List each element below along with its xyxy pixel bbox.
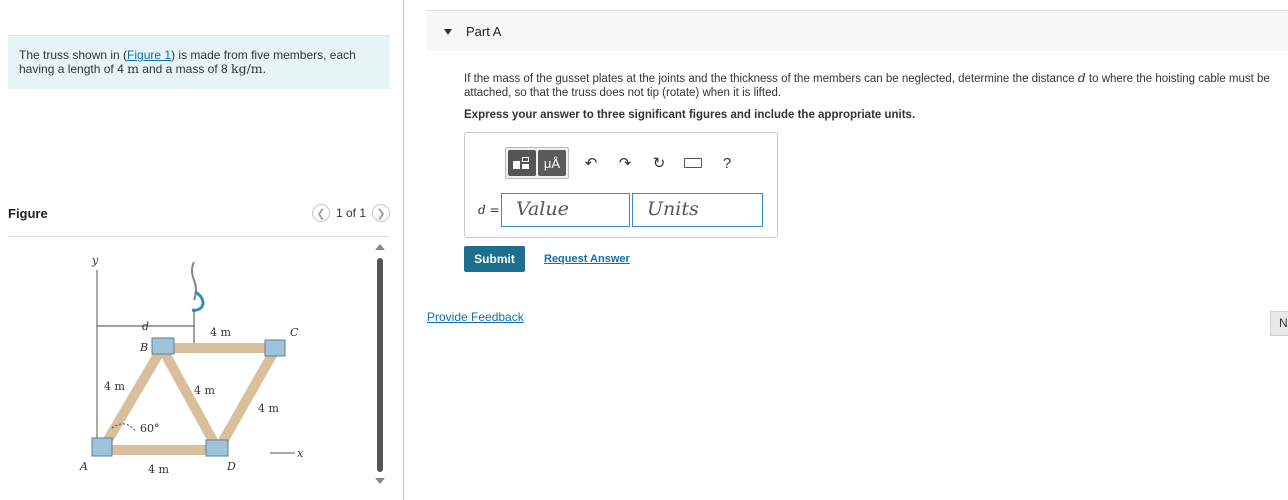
templates-button[interactable] [508, 150, 536, 176]
truss-diagram: y d B C A D x 4 m 4 m 4 m 4 m 4 m 60° [79, 254, 304, 476]
keyboard-icon [684, 158, 702, 168]
collapse-caret-icon[interactable] [444, 29, 452, 35]
scroll-thumb[interactable] [377, 258, 383, 472]
hook-icon [191, 290, 205, 312]
figure-header: Figure ❮ 1 of 1 ❯ [8, 204, 390, 237]
instruction-text: Express your answer to three significant… [464, 109, 916, 121]
redo-icon: ↷ [618, 155, 632, 172]
plate-c [264, 339, 286, 357]
label-right-length: 4 m [258, 402, 279, 415]
label-mid-length: 4 m [194, 384, 215, 397]
plate-d [205, 439, 229, 457]
units-icon: μÅ [543, 155, 561, 171]
label-angle: 60° [140, 422, 160, 435]
redo-button[interactable]: ↷ [613, 151, 637, 175]
math-toolbar: μÅ ↶ ↷ ↻ ? [505, 147, 739, 179]
d-label: d = [478, 203, 500, 217]
hoisting-cable [191, 261, 197, 301]
member-cd [213, 345, 281, 453]
figure-pager: ❮ 1 of 1 ❯ [311, 204, 390, 222]
provide-feedback-link[interactable]: Provide Feedback [427, 310, 524, 324]
chevron-right-icon: ❯ [376, 207, 386, 220]
label-c: C [290, 326, 299, 339]
help-icon: ? [722, 154, 732, 172]
left-pane: The truss shown in (Figure 1) is made fr… [0, 0, 403, 500]
templates-icon [513, 156, 531, 170]
help-button[interactable]: ? [715, 151, 739, 175]
label-b: B [139, 341, 148, 354]
scroll-down-icon[interactable] [375, 478, 385, 484]
pager-text: 1 of 1 [335, 206, 366, 220]
label-a: A [79, 460, 88, 473]
member-bd [157, 345, 223, 453]
reset-button[interactable]: ↻ [647, 151, 671, 175]
question-var: d [1077, 70, 1086, 85]
unit-kgm: kg/m [231, 61, 263, 76]
truss-members [97, 343, 281, 455]
unit-m: m [127, 61, 139, 76]
problem-text-3: and a mass of 8 [138, 62, 232, 76]
part-title: Part A [466, 24, 502, 39]
label-top-length: 4 m [210, 326, 231, 339]
units-input[interactable]: Units [632, 193, 763, 227]
part-a-header[interactable]: Part A [426, 10, 1288, 51]
units-button[interactable]: μÅ [538, 150, 566, 176]
prev-figure-button[interactable]: ❮ [311, 204, 330, 222]
undo-button[interactable]: ↶ [579, 151, 603, 175]
figure-link[interactable]: Figure 1 [127, 48, 171, 62]
keyboard-button[interactable] [681, 151, 705, 175]
submit-button[interactable]: Submit [464, 246, 525, 272]
request-answer-link[interactable]: Request Answer [544, 253, 630, 265]
figure-title: Figure [8, 206, 48, 221]
plate-b [151, 337, 175, 355]
template-group: μÅ [505, 147, 569, 179]
reset-icon: ↻ [652, 155, 666, 172]
answer-box: μÅ ↶ ↷ ↻ ? d = Value Units [464, 132, 778, 238]
label-x: x [297, 447, 304, 460]
question-text: If the mass of the gusset plates at the … [464, 70, 1270, 100]
problem-statement: The truss shown in (Figure 1) is made fr… [8, 35, 390, 89]
label-y: y [91, 254, 99, 267]
value-input[interactable]: Value [501, 193, 630, 227]
label-left-length: 4 m [104, 380, 125, 393]
figure-scrollbar[interactable] [374, 244, 386, 484]
label-d: d [142, 320, 149, 333]
next-button[interactable]: N [1270, 311, 1288, 336]
label-dd: D [226, 460, 236, 473]
right-pane: Part A If the mass of the gusset plates … [404, 0, 1288, 500]
undo-icon: ↶ [584, 155, 598, 172]
plate-a [91, 437, 113, 457]
next-figure-button[interactable]: ❯ [372, 204, 390, 222]
problem-text-4: . [262, 62, 266, 76]
scroll-up-icon[interactable] [375, 244, 385, 250]
chevron-left-icon: ❮ [316, 207, 326, 220]
label-bottom-length: 4 m [148, 463, 169, 476]
problem-text: The truss shown in ( [19, 48, 128, 62]
truss-figure: y d B C A D x 4 m 4 m 4 m 4 m 4 m 60° [70, 250, 330, 485]
